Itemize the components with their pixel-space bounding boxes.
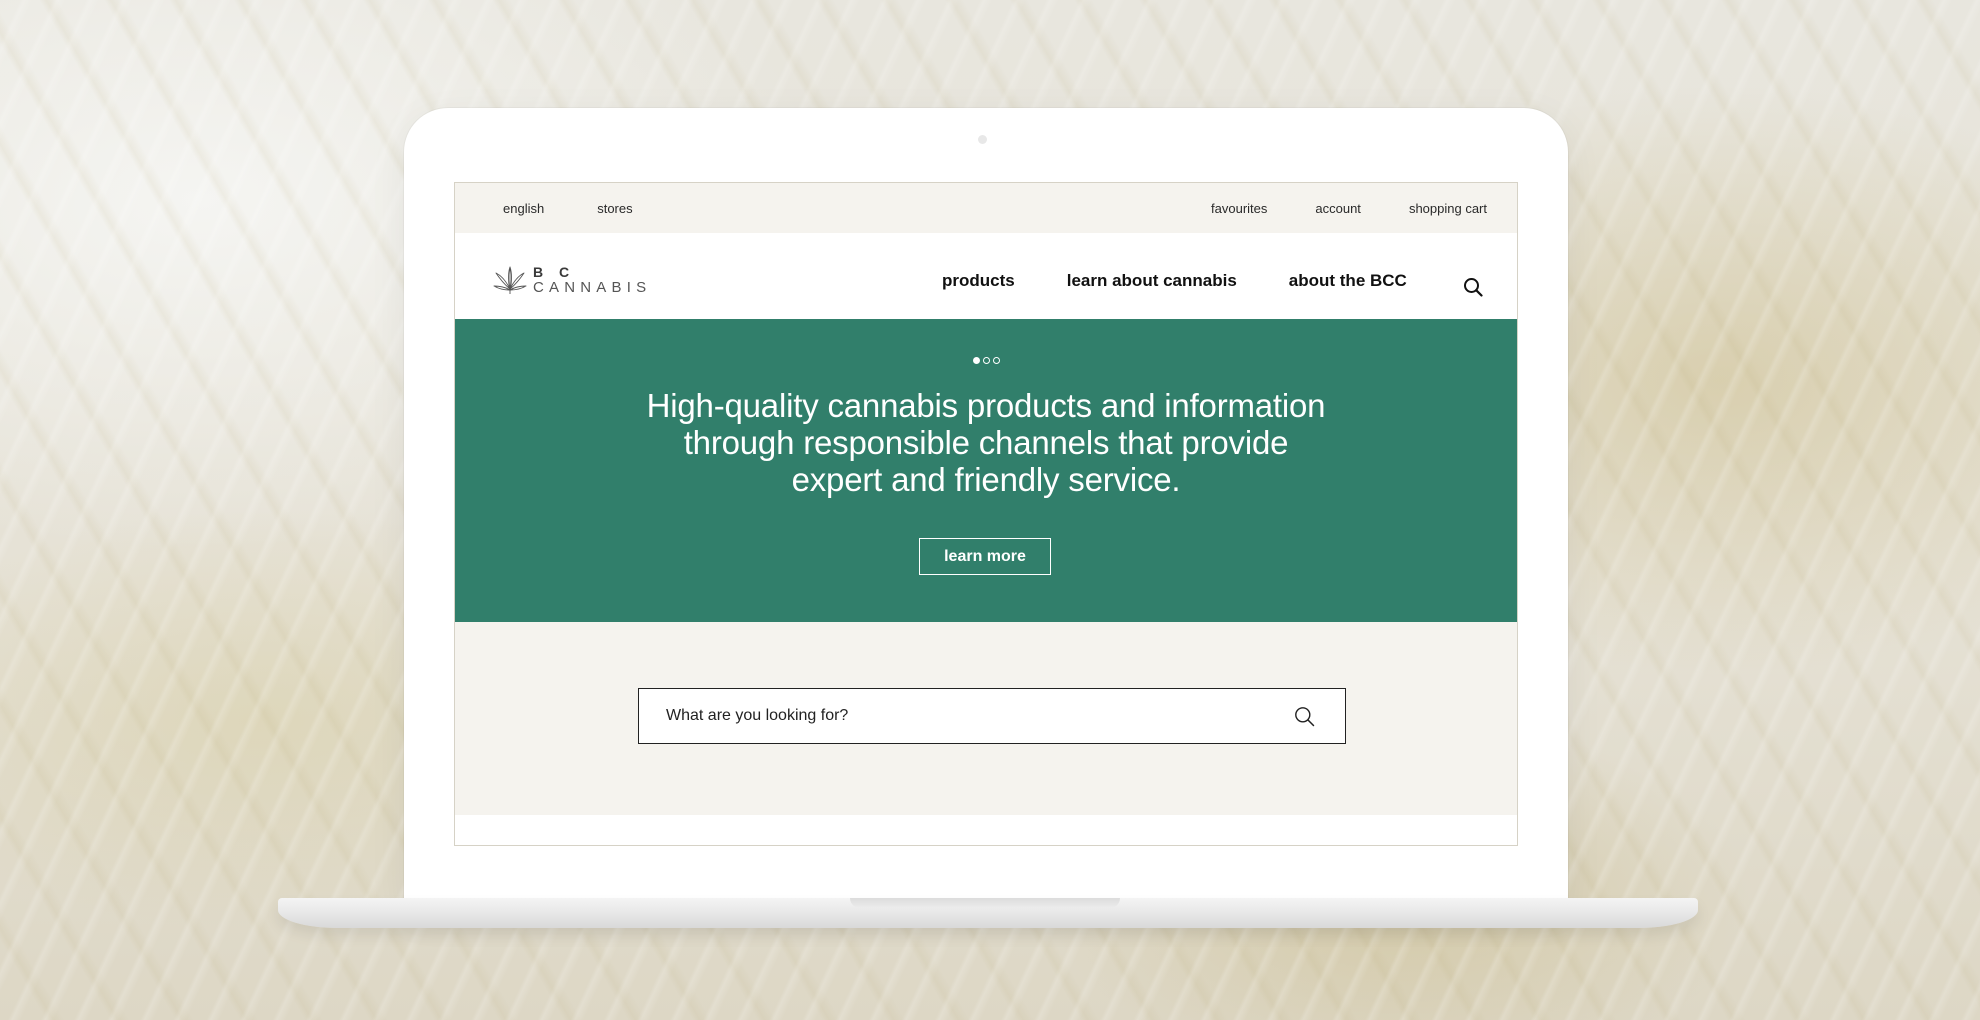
hero-banner: High-quality cannabis products and infor… — [455, 319, 1517, 622]
hero-headline-line-2: through responsible channels that provid… — [683, 424, 1289, 461]
language-link[interactable]: english — [503, 201, 544, 216]
search-icon[interactable] — [1463, 277, 1483, 297]
logo-bc-text: B C — [533, 264, 576, 280]
carousel-dot-1[interactable] — [972, 357, 980, 364]
utility-bar: english stores favourites account shoppi… — [455, 183, 1517, 233]
carousel-dot-2[interactable] — [982, 357, 990, 364]
main-header: B C CANNABIS products learn about cannab… — [455, 233, 1517, 319]
hero-headline: High-quality cannabis products and infor… — [455, 387, 1517, 498]
nav-item-about-the-bcc[interactable]: about the BCC — [1289, 271, 1407, 291]
website-screen: english stores favourites account shoppi… — [454, 182, 1518, 846]
laptop-base-notch — [850, 898, 1120, 908]
stores-link[interactable]: stores — [597, 201, 632, 216]
hero-headline-line-3: expert and friendly service. — [791, 461, 1181, 498]
search-input[interactable] — [639, 707, 1266, 725]
carousel-indicators — [455, 357, 1517, 364]
hero-headline-line-1: High-quality cannabis products and infor… — [646, 387, 1326, 424]
search-box — [638, 688, 1346, 744]
favourites-link[interactable]: favourites — [1211, 201, 1267, 216]
laptop-camera — [978, 135, 987, 144]
main-nav: products learn about cannabis about the … — [942, 271, 1407, 291]
utility-left-links: english stores — [503, 201, 686, 216]
account-link[interactable]: account — [1315, 201, 1361, 216]
nav-item-products[interactable]: products — [942, 271, 1015, 291]
cannabis-leaf-icon — [493, 266, 527, 294]
utility-right-links: favourites account shopping cart — [1163, 201, 1487, 216]
nav-item-learn-about-cannabis[interactable]: learn about cannabis — [1067, 271, 1237, 291]
search-icon[interactable] — [1294, 706, 1315, 727]
carousel-dot-3[interactable] — [992, 357, 1000, 364]
shopping-cart-link[interactable]: shopping cart — [1409, 201, 1487, 216]
bc-cannabis-logo[interactable]: B C CANNABIS — [493, 265, 651, 295]
learn-more-button[interactable]: learn more — [919, 538, 1051, 575]
search-section — [455, 622, 1517, 815]
logo-wordmark: B C CANNABIS — [533, 264, 652, 296]
logo-cannabis-text: CANNABIS — [533, 279, 652, 296]
